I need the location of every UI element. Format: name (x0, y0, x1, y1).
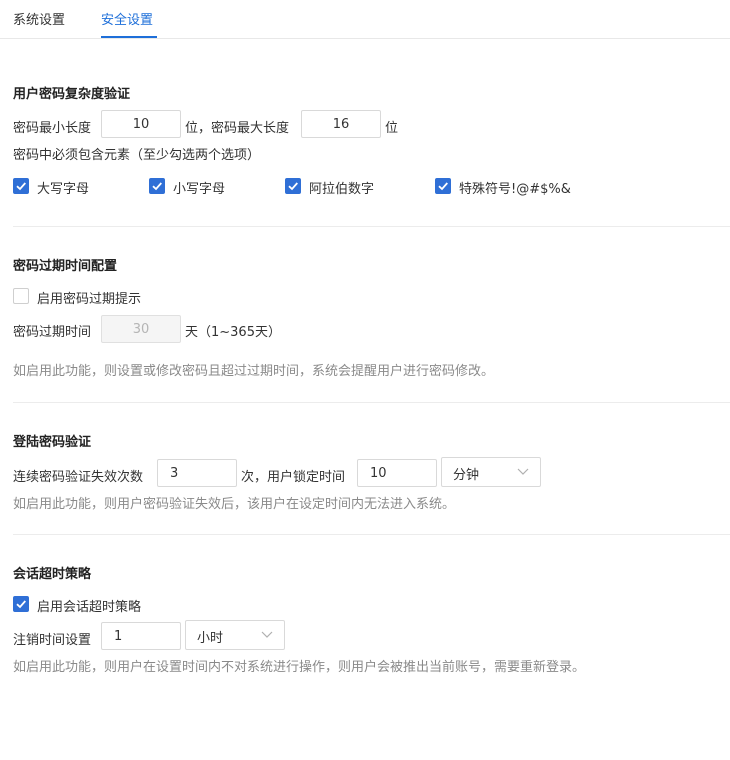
uppercase-checkbox[interactable] (13, 178, 29, 194)
section-title-password-expiry: 密码过期时间配置 (13, 259, 118, 274)
digits-checkbox[interactable] (285, 178, 301, 194)
password-expiry-enable-label: 启用密码过期提示 (37, 292, 142, 307)
check-icon (438, 182, 448, 191)
session-timeout-hint: 如启用此功能，则用户在设置时间内不对系统进行操作，则用户会被推出当前账号，需要重… (13, 660, 586, 675)
digits-label: 阿拉伯数字 (309, 182, 375, 197)
section-divider (13, 226, 730, 227)
fail-count-label: 连续密码验证失效次数 (13, 470, 144, 485)
section-divider (13, 534, 730, 535)
fail-count-input[interactable] (157, 459, 237, 487)
special-chars-checkbox[interactable] (435, 178, 451, 194)
lowercase-label: 小写字母 (173, 182, 226, 197)
expiry-days-input[interactable] (101, 315, 181, 343)
section-title-login-verify: 登陆密码验证 (13, 435, 92, 450)
lock-time-input[interactable] (357, 459, 437, 487)
password-expiry-hint: 如启用此功能，则设置或修改密码且超过过期时间，系统会提醒用户进行密码修改。 (13, 364, 495, 379)
required-elements-label: 密码中必须包含元素（至少勾选两个选项） (13, 148, 261, 163)
check-icon (16, 182, 26, 191)
lock-time-unit-select[interactable]: 分钟 (441, 457, 541, 487)
lock-time-label: 次，用户锁定时间 (241, 470, 346, 485)
min-length-input[interactable] (101, 110, 181, 138)
logout-time-unit-select[interactable]: 小时 (185, 620, 285, 650)
check-icon (288, 182, 298, 191)
expiry-time-label: 密码过期时间 (13, 325, 92, 340)
session-timeout-checkbox[interactable] (13, 596, 29, 612)
active-tab-indicator (101, 36, 157, 38)
logout-time-unit-value: 小时 (197, 631, 224, 646)
check-icon (16, 600, 26, 609)
lowercase-checkbox[interactable] (149, 178, 165, 194)
login-verify-hint: 如启用此功能，则用户密码验证失效后，该用户在设定时间内无法进入系统。 (13, 497, 456, 512)
logout-time-input[interactable] (101, 622, 181, 650)
logout-time-label: 注销时间设置 (13, 633, 92, 648)
tab-bar: 系统设置 安全设置 (0, 0, 730, 39)
password-expiry-checkbox[interactable] (13, 288, 29, 304)
max-length-input[interactable] (301, 110, 381, 138)
section-title-password-complexity: 用户密码复杂度验证 (13, 87, 131, 102)
uppercase-label: 大写字母 (37, 182, 90, 197)
min-length-label: 密码最小长度 (13, 121, 92, 136)
lock-time-unit-value: 分钟 (453, 468, 480, 483)
section-divider (13, 402, 730, 403)
chevron-down-icon (517, 468, 529, 475)
tab-security-settings[interactable]: 安全设置 (101, 9, 153, 28)
tab-system-settings[interactable]: 系统设置 (13, 9, 65, 28)
section-title-session-timeout: 会话超时策略 (13, 567, 92, 582)
chevron-down-icon (261, 631, 273, 638)
expiry-days-unit: 天（1~365天） (185, 325, 281, 340)
special-chars-label: 特殊符号!@#$%& (459, 182, 571, 197)
max-length-unit: 位 (385, 121, 399, 136)
max-length-label: 位，密码最大长度 (185, 121, 290, 136)
check-icon (152, 182, 162, 191)
session-timeout-enable-label: 启用会话超时策略 (37, 600, 142, 615)
